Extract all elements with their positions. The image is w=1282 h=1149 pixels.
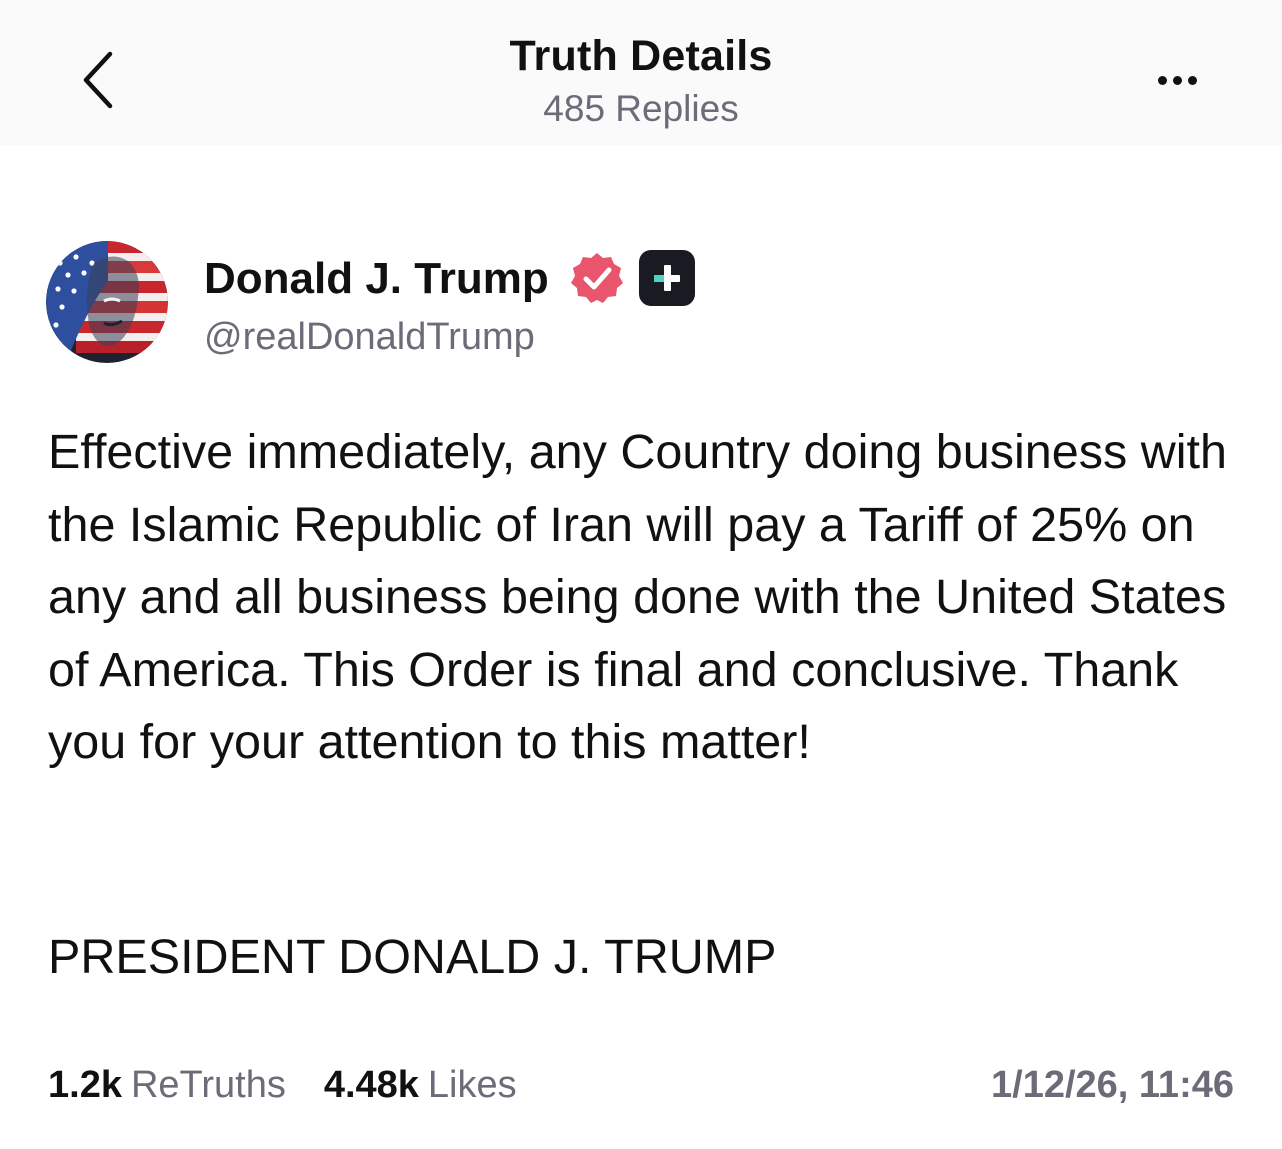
retruths-label[interactable]: ReTruths xyxy=(131,1064,286,1107)
post-timestamp: 1/12/26, 11:46 xyxy=(991,1064,1234,1106)
more-options-button[interactable] xyxy=(1140,58,1214,102)
more-dot xyxy=(1187,75,1197,85)
more-dot xyxy=(1172,75,1182,85)
likes-label[interactable]: Likes xyxy=(428,1064,517,1107)
retruths-count[interactable]: 1.2k xyxy=(48,1064,122,1107)
page-title: Truth Details xyxy=(509,32,773,80)
post-text: Effective immediately, any Country doing… xyxy=(48,425,1227,769)
author-name[interactable]: Donald J. Trump xyxy=(204,254,549,304)
likes-count[interactable]: 4.48k xyxy=(324,1064,419,1107)
author-handle[interactable]: @realDonaldTrump xyxy=(204,316,535,359)
more-horizontal-icon xyxy=(1157,75,1167,85)
avatar[interactable] xyxy=(46,241,168,363)
plus-badge-icon xyxy=(639,250,695,306)
verified-badge-icon xyxy=(571,253,623,303)
avatar-image xyxy=(46,241,168,363)
top-bar: Truth Details 485 Replies xyxy=(0,0,1282,145)
plus-glyph xyxy=(654,265,680,291)
post-stats: 1.2k ReTruths 4.48k Likes xyxy=(48,1064,517,1107)
truth-details-screen: Truth Details 485 Replies Donald J. Trum… xyxy=(0,0,1282,1149)
replies-count[interactable]: 485 Replies xyxy=(0,88,1282,130)
post-signature: PRESIDENT DONALD J. TRUMP xyxy=(48,930,777,984)
